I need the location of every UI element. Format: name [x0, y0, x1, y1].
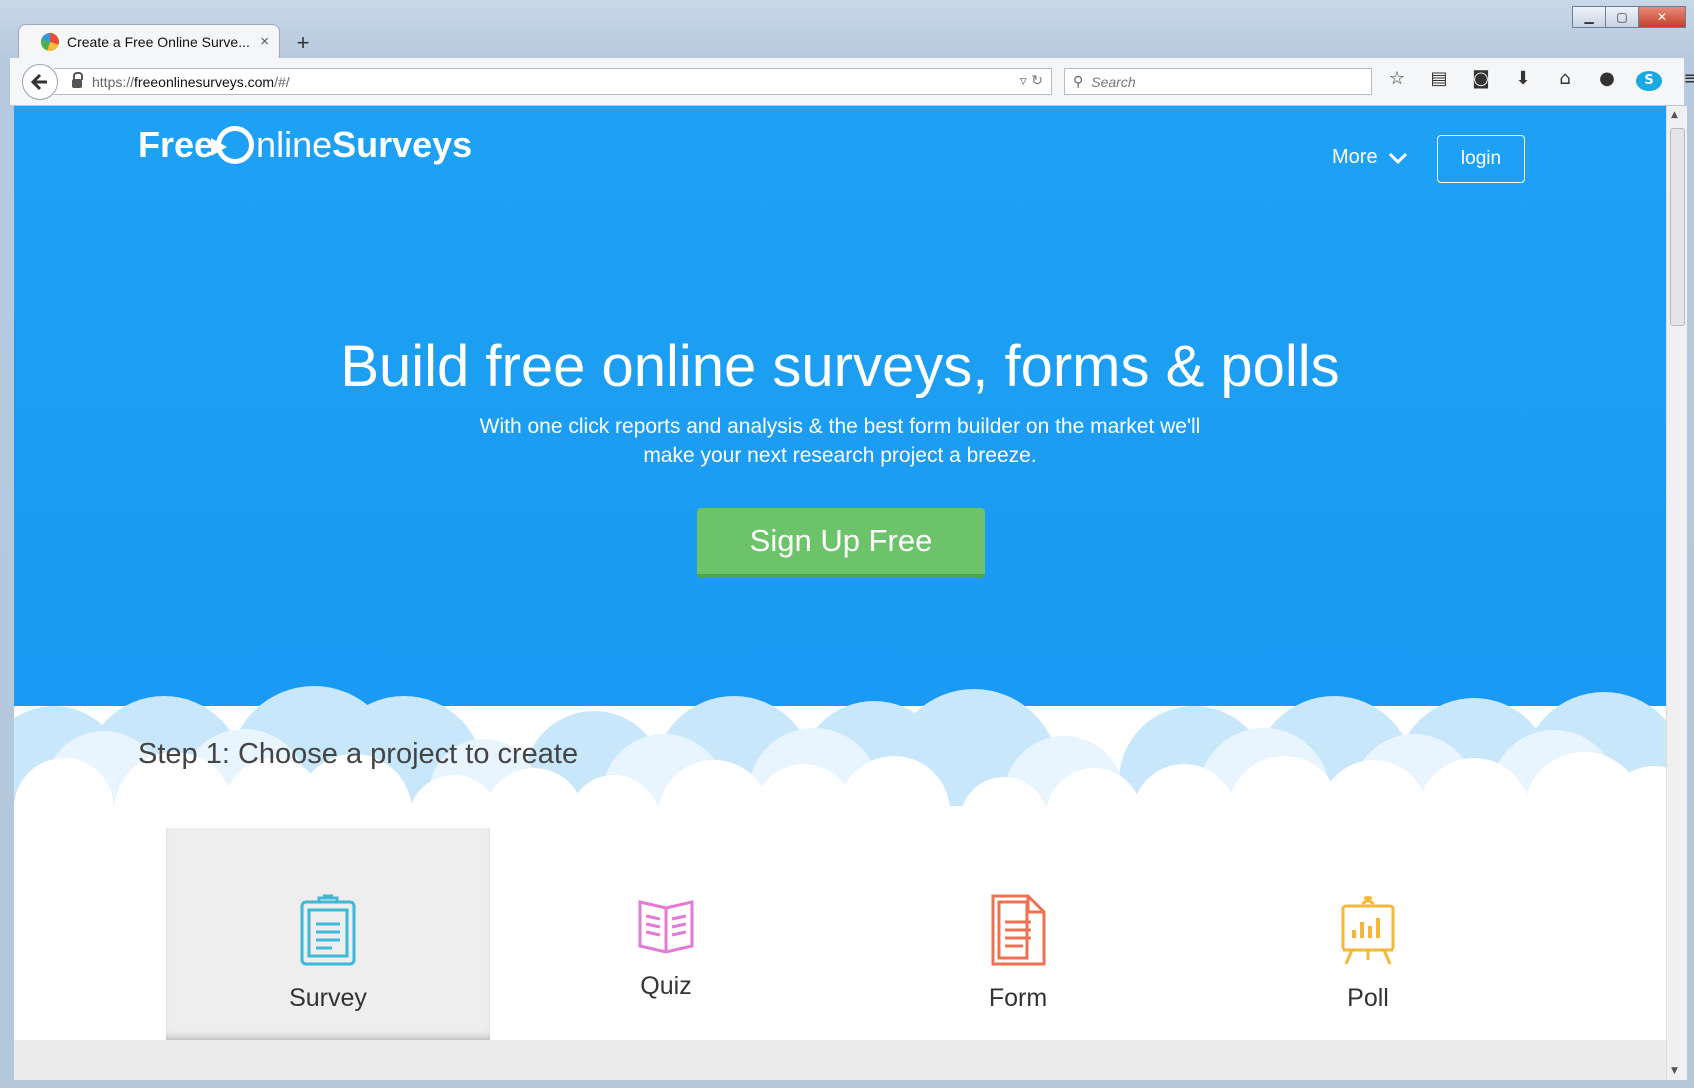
bookmarks-list-icon[interactable]: ▤	[1426, 68, 1452, 91]
maximize-button[interactable]: ▢	[1606, 6, 1639, 28]
window-controls: ▁ ▢ ✕	[1572, 6, 1686, 28]
project-card-poll[interactable]: Poll	[1206, 828, 1530, 1040]
project-card-survey[interactable]: Survey	[166, 828, 490, 1040]
url-path: /#/	[274, 73, 290, 90]
download-icon[interactable]: ⬇	[1510, 68, 1536, 91]
project-label: Poll	[1347, 984, 1389, 1012]
url-scheme: https://	[92, 73, 135, 90]
scroll-down-icon[interactable]: ▼	[1671, 1066, 1678, 1076]
url-text: https://freeonlinesurveys.com/#/	[92, 74, 290, 90]
project-card-form[interactable]: Form	[856, 828, 1180, 1040]
status-area	[14, 1040, 1666, 1080]
tab-strip: Create a Free Online Surve... × +	[18, 22, 318, 58]
site-logo[interactable]: Free nline Surveys	[138, 124, 472, 166]
clouds-decoration	[14, 686, 1666, 816]
easel-chart-icon	[1341, 896, 1395, 965]
logo-nline-text: nline	[256, 124, 333, 165]
lock-icon	[72, 72, 83, 88]
tab-title: Create a Free Online Surve...	[67, 33, 250, 50]
scroll-thumb[interactable]	[1670, 128, 1685, 326]
url-host: freeonlinesurveys.com	[134, 73, 275, 90]
navigation-toolbar: https://freeonlinesurveys.com/#/ ▿ ↻ ⚲ S…	[10, 58, 1694, 106]
page-viewport: Free nline Surveys More login Build free…	[14, 106, 1666, 1040]
bookmark-star-icon[interactable]: ☆	[1384, 68, 1410, 91]
document-icon	[991, 894, 1046, 966]
chat-icon[interactable]: ●	[1594, 68, 1620, 91]
minimize-button[interactable]: ▁	[1572, 6, 1606, 28]
logo-free-text: Free	[138, 124, 215, 165]
pocket-icon[interactable]: ◙	[1468, 68, 1494, 91]
project-label: Form	[988, 984, 1048, 1012]
vertical-scrollbar[interactable]: ▲ ▼	[1666, 106, 1687, 1080]
browser-toolbar-icons: ☆ ▤ ◙ ⬇ ⌂ ● S ≡	[1384, 68, 1694, 91]
project-cards: Survey Quiz Form Poll	[166, 828, 1578, 1040]
browser-tab[interactable]: Create a Free Online Surve... ×	[18, 24, 280, 58]
more-menu-label: More	[1332, 146, 1378, 168]
dropdown-arrow-icon[interactable]: ▿	[1020, 73, 1027, 89]
hero-subtitle: With one click reports and analysis & th…	[479, 415, 1201, 467]
search-input[interactable]: ⚲ Search	[1064, 68, 1372, 95]
skype-icon[interactable]: S	[1636, 68, 1662, 91]
tab-close-icon[interactable]: ×	[260, 33, 269, 50]
menu-icon[interactable]: ≡	[1678, 68, 1694, 91]
home-icon[interactable]: ⌂	[1552, 68, 1578, 91]
new-tab-button[interactable]: +	[288, 28, 318, 58]
clipboard-icon	[300, 894, 356, 966]
login-button[interactable]: login	[1437, 135, 1525, 183]
project-card-quiz[interactable]: Quiz	[504, 828, 828, 1040]
reload-icon[interactable]: ↻	[1031, 73, 1043, 89]
book-icon	[638, 900, 694, 954]
project-label: Survey	[289, 984, 367, 1012]
project-label: Quiz	[640, 972, 692, 1000]
more-menu[interactable]: More	[1332, 146, 1408, 169]
close-window-button[interactable]: ✕	[1639, 6, 1686, 28]
search-icon: ⚲	[1073, 73, 1084, 90]
logo-surveys-text: Surveys	[332, 124, 473, 165]
url-bar[interactable]: https://freeonlinesurveys.com/#/ ▿ ↻	[54, 68, 1052, 95]
back-button[interactable]	[22, 64, 58, 100]
hero-title: Build free online surveys, forms & polls	[340, 333, 1340, 399]
logo-o-icon	[211, 126, 255, 164]
back-arrow-icon	[31, 73, 47, 91]
chevron-down-icon	[1388, 152, 1407, 164]
url-actions: ▿ ↻	[1020, 73, 1043, 89]
step-title: Step 1: Choose a project to create	[138, 738, 579, 770]
search-placeholder: Search	[1091, 73, 1136, 90]
scroll-up-icon[interactable]: ▲	[1671, 110, 1678, 120]
site-favicon-icon	[41, 32, 59, 51]
sign-up-button[interactable]: Sign Up Free	[697, 508, 985, 578]
